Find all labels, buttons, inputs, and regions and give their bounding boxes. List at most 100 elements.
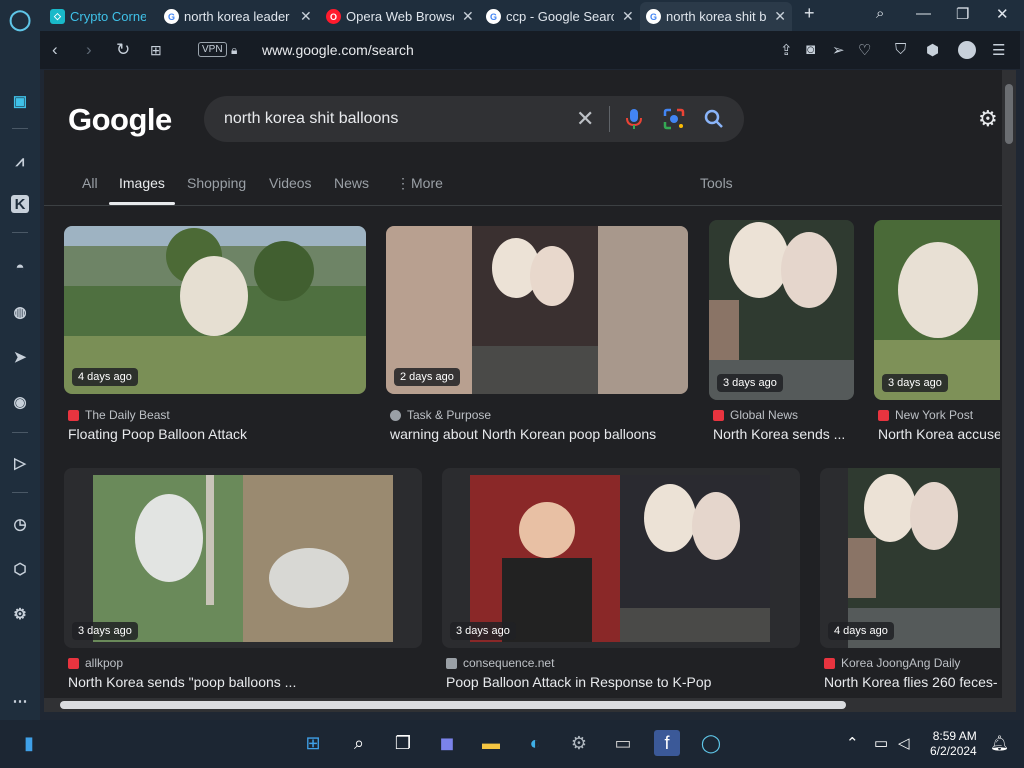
discord-icon[interactable]: ◓ [9,256,31,278]
result-caption[interactable]: North Korea sends "poop balloons ... [68,674,422,690]
start-windows-icon[interactable]: ⊞ [300,730,326,756]
result-caption[interactable]: North Korea sends ... [713,426,854,442]
image-result-7[interactable]: 4 days ago Korea JoongAng Daily North Ko… [820,468,1000,694]
facebook-icon[interactable]: f [654,730,680,756]
tools-button[interactable]: Tools [700,175,733,191]
google-logo[interactable]: Google [68,102,172,138]
result-thumbnail[interactable]: 3 days ago [64,468,422,648]
vertical-scrollbar[interactable] [1002,70,1016,712]
close-window-button[interactable]: ✕ [996,5,1009,23]
widgets-icon[interactable]: ▮ [16,730,42,756]
result-caption[interactable]: Floating Poop Balloon Attack [68,426,366,442]
opera-gx-taskbar-icon[interactable]: ◯ [698,730,724,756]
more-icon[interactable]: ⋯ [9,690,31,712]
shield-icon[interactable]: ⛉ [895,41,906,58]
tray-chevron-icon[interactable]: ⌃ [846,734,859,752]
opera-logo-icon[interactable]: ◯ [9,8,31,31]
horizontal-scrollbar[interactable] [44,698,1016,712]
close-tab-icon[interactable]: ✕ [622,8,634,25]
image-result-5[interactable]: 3 days ago allkpop North Korea sends "po… [64,468,422,694]
close-tab-icon[interactable]: ✕ [300,8,312,25]
k-app-icon[interactable]: K [11,195,29,213]
settings-app-icon[interactable]: ⚙ [566,730,592,756]
result-caption[interactable]: North Korea accuse [878,426,1000,442]
image-result-2[interactable]: 2 days ago Task & Purpose warning about … [386,226,688,446]
terminal-icon[interactable]: ▭ [610,730,636,756]
result-source[interactable]: Task & Purpose [390,408,491,422]
extension-cube-icon[interactable]: ⬢ [926,41,939,59]
scrollbar-thumb[interactable] [60,701,846,709]
wallet-icon[interactable]: ▣ [9,90,31,112]
result-thumbnail[interactable]: 3 days ago [442,468,800,648]
tab-images[interactable]: Images [119,175,165,191]
easy-setup-icon[interactable]: ☰ [992,41,1005,59]
result-caption[interactable]: North Korea flies 260 feces- [824,674,1000,690]
extensions-icon[interactable]: ⬡ [9,558,31,580]
search-taskbar-icon[interactable]: ⌕ [346,730,372,756]
twitter-icon[interactable]: ◉ [9,391,31,413]
search-input[interactable] [224,108,564,130]
edge-icon[interactable]: ◐ [522,730,548,756]
lens-camera-icon[interactable] [663,108,685,130]
speed-dial-icon[interactable]: ⊞ [150,42,162,59]
image-result-4[interactable]: 3 days ago New York Post North Korea acc… [874,220,1000,446]
result-thumbnail[interactable]: 3 days ago [874,220,1000,400]
maximize-button[interactable]: ❐ [956,5,969,23]
result-caption[interactable]: warning about North Korean poop balloons [390,426,688,442]
player-icon[interactable]: ▷ [9,452,31,474]
volume-muted-icon[interactable]: ◁ [898,734,910,752]
new-tab-button[interactable]: + [804,3,815,24]
more-menu-icon[interactable]: ⋮ [396,175,410,192]
send-icon[interactable]: ➢ [832,41,845,59]
result-source[interactable]: consequence.net [446,656,554,670]
result-thumbnail[interactable]: 4 days ago [64,226,366,394]
tab-3[interactable]: O Opera Web Browse ✕ [320,2,480,31]
microphone-icon[interactable] [624,108,644,130]
tab-news[interactable]: News [334,175,369,191]
result-source[interactable]: The Daily Beast [68,408,170,422]
file-explorer-icon[interactable]: ▬ [478,730,504,756]
tab-all[interactable]: All [82,175,98,191]
task-view-icon[interactable]: ❐ [390,730,416,756]
clear-search-icon[interactable]: ✕ [576,106,594,132]
result-source[interactable]: New York Post [878,408,973,422]
tab-shopping[interactable]: Shopping [187,175,246,191]
profile-avatar[interactable] [958,41,976,59]
tab-5-active[interactable]: G north korea shit b ✕ [640,2,792,31]
share-icon[interactable]: ⇪ [780,41,793,59]
vpn-badge[interactable]: VPN [198,42,227,57]
result-source[interactable]: allkpop [68,656,123,670]
search-icon[interactable] [704,109,724,129]
tab-2[interactable]: G north korea leader ✕ [158,2,318,31]
result-thumbnail[interactable]: 3 days ago [709,220,854,400]
tab-1[interactable]: ◇ Crypto Corne [44,2,156,31]
system-clock[interactable]: 8:59 AM 6/2/2024 [930,729,977,759]
telegram-icon[interactable]: ➤ [9,346,31,368]
snapshot-icon[interactable]: ◙ [806,41,815,58]
image-result-1[interactable]: 4 days ago The Daily Beast Floating Poop… [64,226,366,446]
result-caption[interactable]: Poop Balloon Attack in Response to K-Pop [446,674,800,690]
image-result-3[interactable]: 3 days ago Global News North Korea sends… [709,220,854,446]
teams-chat-icon[interactable]: ◼ [434,730,460,756]
minimize-button[interactable]: — [916,5,931,22]
settings-gear-icon[interactable]: ⚙ [978,106,998,132]
url-field[interactable]: www.google.com/search [262,42,414,58]
bookmark-heart-icon[interactable]: ♡ [858,41,871,59]
result-thumbnail[interactable]: 4 days ago [820,468,1000,648]
whatsapp-icon[interactable]: ◍ [9,301,31,323]
crypto-icon[interactable]: ⩘ [9,150,31,172]
back-button[interactable]: ‹ [52,40,58,60]
scrollbar-thumb[interactable] [1005,84,1013,144]
result-thumbnail[interactable]: 2 days ago [386,226,688,394]
tab-4[interactable]: G ccp - Google Search ✕ [480,2,640,31]
history-icon[interactable]: ◷ [9,513,31,535]
reload-button[interactable]: ↻ [116,40,130,60]
tab-videos[interactable]: Videos [269,175,312,191]
settings-icon[interactable]: ⚙ [9,603,31,625]
result-source[interactable]: Global News [713,408,798,422]
notification-bell-icon[interactable]: 🔔︎ [990,734,1009,752]
tab-more[interactable]: More [411,175,443,191]
network-icon[interactable]: ▭ [874,734,888,752]
close-tab-icon[interactable]: ✕ [774,8,786,25]
forward-button[interactable]: › [86,40,92,60]
